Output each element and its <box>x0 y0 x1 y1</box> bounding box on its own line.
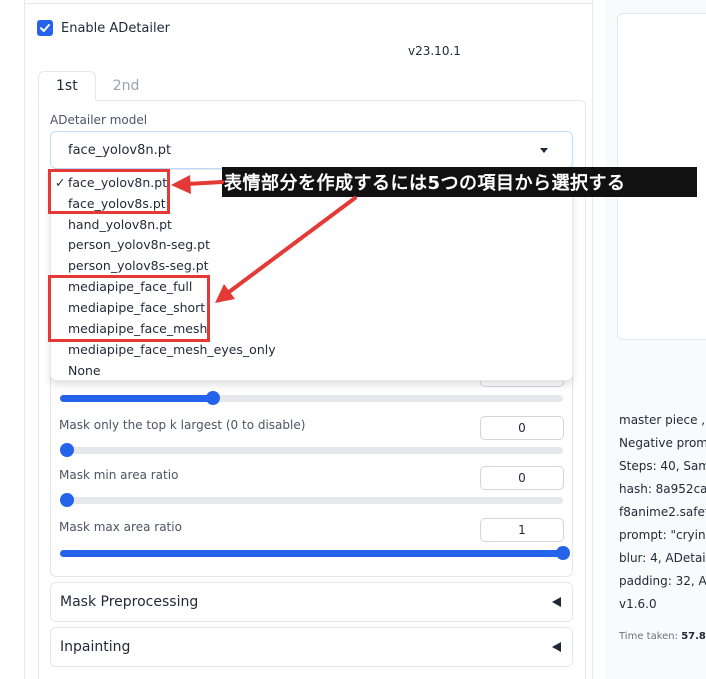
dropdown-option[interactable]: None <box>68 363 101 378</box>
info-line: padding: 32, AD <box>619 574 706 588</box>
max-area-slider-fill <box>60 550 563 557</box>
info-line: prompt: "crying <box>619 528 706 542</box>
mask-preprocessing-label: Mask Preprocessing <box>60 594 199 610</box>
min-area-slider[interactable] <box>60 493 563 507</box>
info-line: hash: 8a952caf <box>619 482 706 496</box>
annotation-banner: 表情部分を作成するには5つの項目から選択する <box>222 167 697 197</box>
collapse-triangle-icon[interactable] <box>552 597 561 607</box>
inpainting-accordion[interactable]: Inpainting <box>50 627 573 667</box>
top-k-slider-thumb[interactable] <box>60 443 74 457</box>
info-line: Negative promp <box>619 436 706 450</box>
highlight-box-face-yolo <box>48 169 170 214</box>
min-area-input[interactable]: 0 <box>480 466 564 490</box>
version-label: v23.10.1 <box>408 44 461 58</box>
tab-bar: 1st 2nd <box>38 71 156 101</box>
checkmark-icon <box>40 24 50 32</box>
confidence-slider[interactable] <box>60 391 563 405</box>
chevron-down-icon[interactable] <box>540 148 548 153</box>
top-k-input[interactable]: 0 <box>480 416 564 440</box>
dropdown-option[interactable]: hand_yolov8n.pt <box>68 217 172 232</box>
panel-top-border <box>24 3 592 4</box>
dropdown-option[interactable]: person_yolov8s-seg.pt <box>68 258 209 273</box>
top-k-label: Mask only the top k largest (0 to disabl… <box>59 418 306 432</box>
enable-adetailer-checkbox[interactable] <box>37 20 53 36</box>
min-area-slider-thumb[interactable] <box>60 493 74 507</box>
max-area-slider-thumb[interactable] <box>556 546 570 560</box>
max-area-input[interactable]: 1 <box>480 518 564 542</box>
info-line: master piece , b <box>619 413 706 427</box>
adetailer-model-label: ADetailer model <box>50 113 148 127</box>
max-area-label: Mask max area ratio <box>59 520 182 534</box>
dropdown-option[interactable]: person_yolov8n-seg.pt <box>68 237 210 252</box>
dropdown-option[interactable]: mediapipe_face_mesh_eyes_only <box>68 342 276 357</box>
tab-2nd[interactable]: 2nd <box>96 71 157 101</box>
adetailer-model-select[interactable]: face_yolov8n.pt <box>50 131 573 169</box>
collapse-triangle-icon[interactable] <box>552 642 561 652</box>
info-line: v1.6.0 <box>619 597 657 611</box>
min-area-label: Mask min area ratio <box>59 468 179 482</box>
tab-1st[interactable]: 1st <box>38 71 96 101</box>
confidence-slider-fill <box>60 395 214 402</box>
panel-right-border <box>592 0 593 679</box>
panel-left-border <box>24 0 25 679</box>
info-line: Steps: 40, Samp <box>619 459 706 473</box>
info-line: f8anime2.safet <box>619 505 706 519</box>
info-line: blur: 4, ADetaile <box>619 551 706 565</box>
adetailer-model-selected: face_yolov8n.pt <box>68 142 172 158</box>
time-taken-label: Time taken: <box>619 631 678 642</box>
mask-preprocessing-accordion[interactable]: Mask Preprocessing <box>50 582 573 622</box>
time-taken-value: 57.8 s <box>681 631 706 642</box>
time-taken: Time taken: 57.8 s <box>619 631 706 642</box>
enable-adetailer-row[interactable]: Enable ADetailer <box>37 20 170 36</box>
inpainting-label: Inpainting <box>60 639 131 655</box>
highlight-box-mediapipe <box>48 275 210 342</box>
enable-adetailer-label: Enable ADetailer <box>61 20 170 36</box>
max-area-slider[interactable] <box>60 546 570 560</box>
top-k-slider[interactable] <box>60 443 563 457</box>
